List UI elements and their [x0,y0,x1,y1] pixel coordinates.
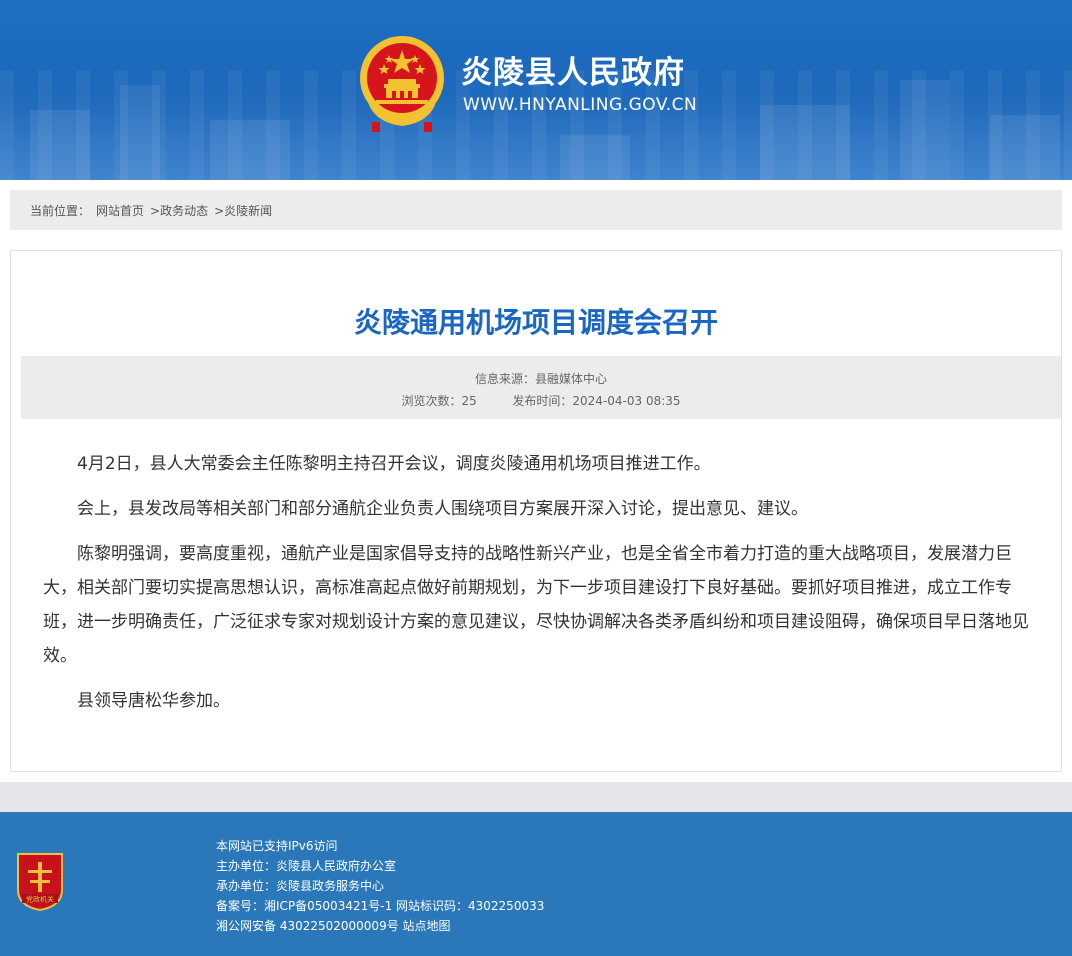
site-footer: 党政机关 本网站已支持IPv6访问 主办单位：炎陵县人民政府办公室 承办单位：炎… [0,812,1072,956]
header-building-decoration [990,115,1060,180]
site-url: WWW.HNYANLING.GOV.CN [463,95,698,115]
article-paragraph: 陈黎明强调，要高度重视，通航产业是国家倡导支持的战略性新兴产业，也是全省全市着力… [43,544,1029,666]
party-government-badge-icon[interactable]: 党政机关 [14,850,66,912]
footer-info: 本网站已支持IPv6访问 主办单位：炎陵县人民政府办公室 承办单位：炎陵县政务服… [216,836,544,936]
article-paragraph: 会上，县发改局等相关部门和部分通航企业负责人围绕项目方案展开深入讨论，提出意见、… [77,499,808,519]
breadcrumb: 当前位置： 网站首页 >政务动态 >炎陵新闻 [10,190,1062,230]
header-building-decoration [210,120,290,180]
published-value: 2024-04-03 08:35 [572,394,681,408]
badge-text: 党政机关 [26,895,54,904]
site-header: 炎陵县人民政府 WWW.HNYANLING.GOV.CN [0,0,1072,180]
footer-public-security[interactable]: 湘公网安备 43022502000009号 站点地图 [216,916,544,936]
header-building-decoration [120,85,160,180]
header-building-decoration [900,80,950,180]
breadcrumb-home-link[interactable]: 网站首页 [96,202,144,219]
article-body: 4月2日，县人大常委会主任陈黎明主持召开会议，调度炎陵通用机场项目推进工作。 会… [43,447,1037,729]
footer-top-band [0,782,1072,812]
header-building-decoration [760,105,850,180]
breadcrumb-news-link[interactable]: >政务动态 [150,202,208,219]
source-value: 县融媒体中心 [535,372,608,386]
footer-sponsor: 主办单位：炎陵县人民政府办公室 [216,859,397,873]
published-label: 发布时间： [512,394,573,408]
footer-icp[interactable]: 备案号：湘ICP备05003421号-1 网站标识码：4302250033 [216,896,544,916]
breadcrumb-local-news-link[interactable]: >炎陵新闻 [214,202,272,219]
article-paragraph: 4月2日，县人大常委会主任陈黎明主持召开会议，调度炎陵通用机场项目推进工作。 [77,454,711,474]
header-building-decoration [30,110,90,180]
breadcrumb-label: 当前位置： [30,203,91,218]
site-name: 炎陵县人民政府 [461,55,685,91]
article-meta: 信息来源：县融媒体中心 浏览次数：25 发布时间：2024-04-03 08:3… [21,356,1061,419]
footer-organizer: 承办单位：炎陵县政务服务中心 [216,879,385,893]
national-emblem-icon [360,36,444,132]
source-label: 信息来源： [474,372,535,386]
footer-ipv6: 本网站已支持IPv6访问 [216,839,338,853]
views-label: 浏览次数： [401,394,462,408]
article-paragraph: 县领导唐松华参加。 [77,691,230,711]
header-building-decoration [560,135,630,180]
views-value: 25 [461,394,477,408]
article-container: 炎陵通用机场项目调度会召开 信息来源：县融媒体中心 浏览次数：25 发布时间：2… [10,250,1062,772]
article-title: 炎陵通用机场项目调度会召开 [353,306,718,339]
